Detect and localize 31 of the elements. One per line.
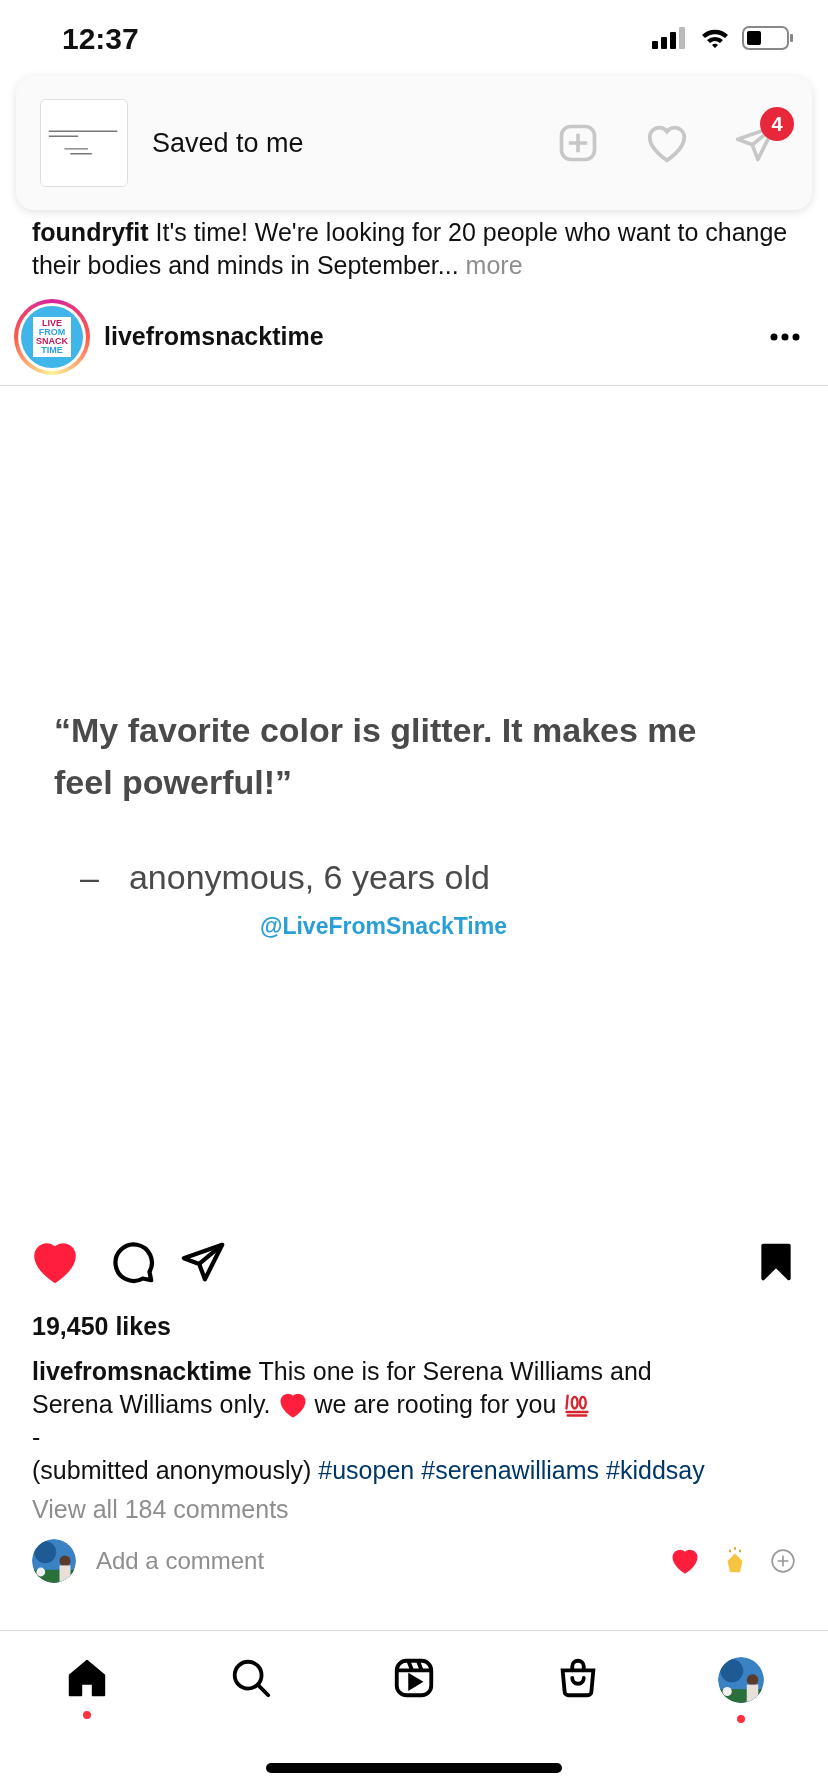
signal-icon: [652, 27, 688, 49]
caption-text: This one is for Serena Williams and: [258, 1356, 652, 1387]
logo-word: FROM: [38, 327, 66, 337]
add-circle-icon[interactable]: [770, 1548, 796, 1574]
quote-dash: –: [80, 857, 99, 899]
quote-attribution: anonymous, 6 years old: [128, 857, 490, 899]
comment-icon[interactable]: [110, 1239, 156, 1285]
logo-word: TIME: [41, 345, 63, 355]
hashtag-link[interactable]: #usopen: [318, 1454, 415, 1487]
comment-field[interactable]: Add a comment: [96, 1543, 650, 1579]
caption-text: -: [32, 1422, 42, 1453]
quote-handle: @LiveFromSnackTime: [260, 912, 508, 942]
caption-text: we are rooting for you: [314, 1389, 557, 1420]
toast-message: Saved to me: [152, 126, 305, 160]
hashtag-link[interactable]: #kiddsay: [606, 1454, 705, 1487]
logo-word: SNACK: [36, 336, 68, 346]
wifi-icon: [700, 27, 730, 49]
hashtag-link[interactable]: #serenawilliams: [421, 1454, 600, 1487]
caption-text: (submitted anonymously): [32, 1455, 312, 1486]
quote-text: “My favorite color is glitter. It makes me feel powerful!”: [54, 710, 698, 804]
more-options-icon[interactable]: [770, 332, 800, 341]
battery-icon: [742, 26, 794, 50]
logo-word: LIVE: [42, 318, 62, 328]
caption-username[interactable]: livefromsnacktime: [32, 1355, 252, 1388]
story-ring[interactable]: LIVE FROM SNACK TIME: [14, 298, 90, 375]
post-username[interactable]: livefromsnacktime: [104, 317, 756, 356]
status-time: 12:37: [62, 20, 139, 57]
message-badge: 4: [760, 107, 794, 141]
previous-caption: foundryfit It's time! We're looking for 20 people who want to change their bodies and minds in September... more: [32, 217, 789, 281]
likes-count[interactable]: 19,450 likes: [32, 1310, 796, 1343]
caption-text: Serena Williams only.: [32, 1389, 271, 1420]
